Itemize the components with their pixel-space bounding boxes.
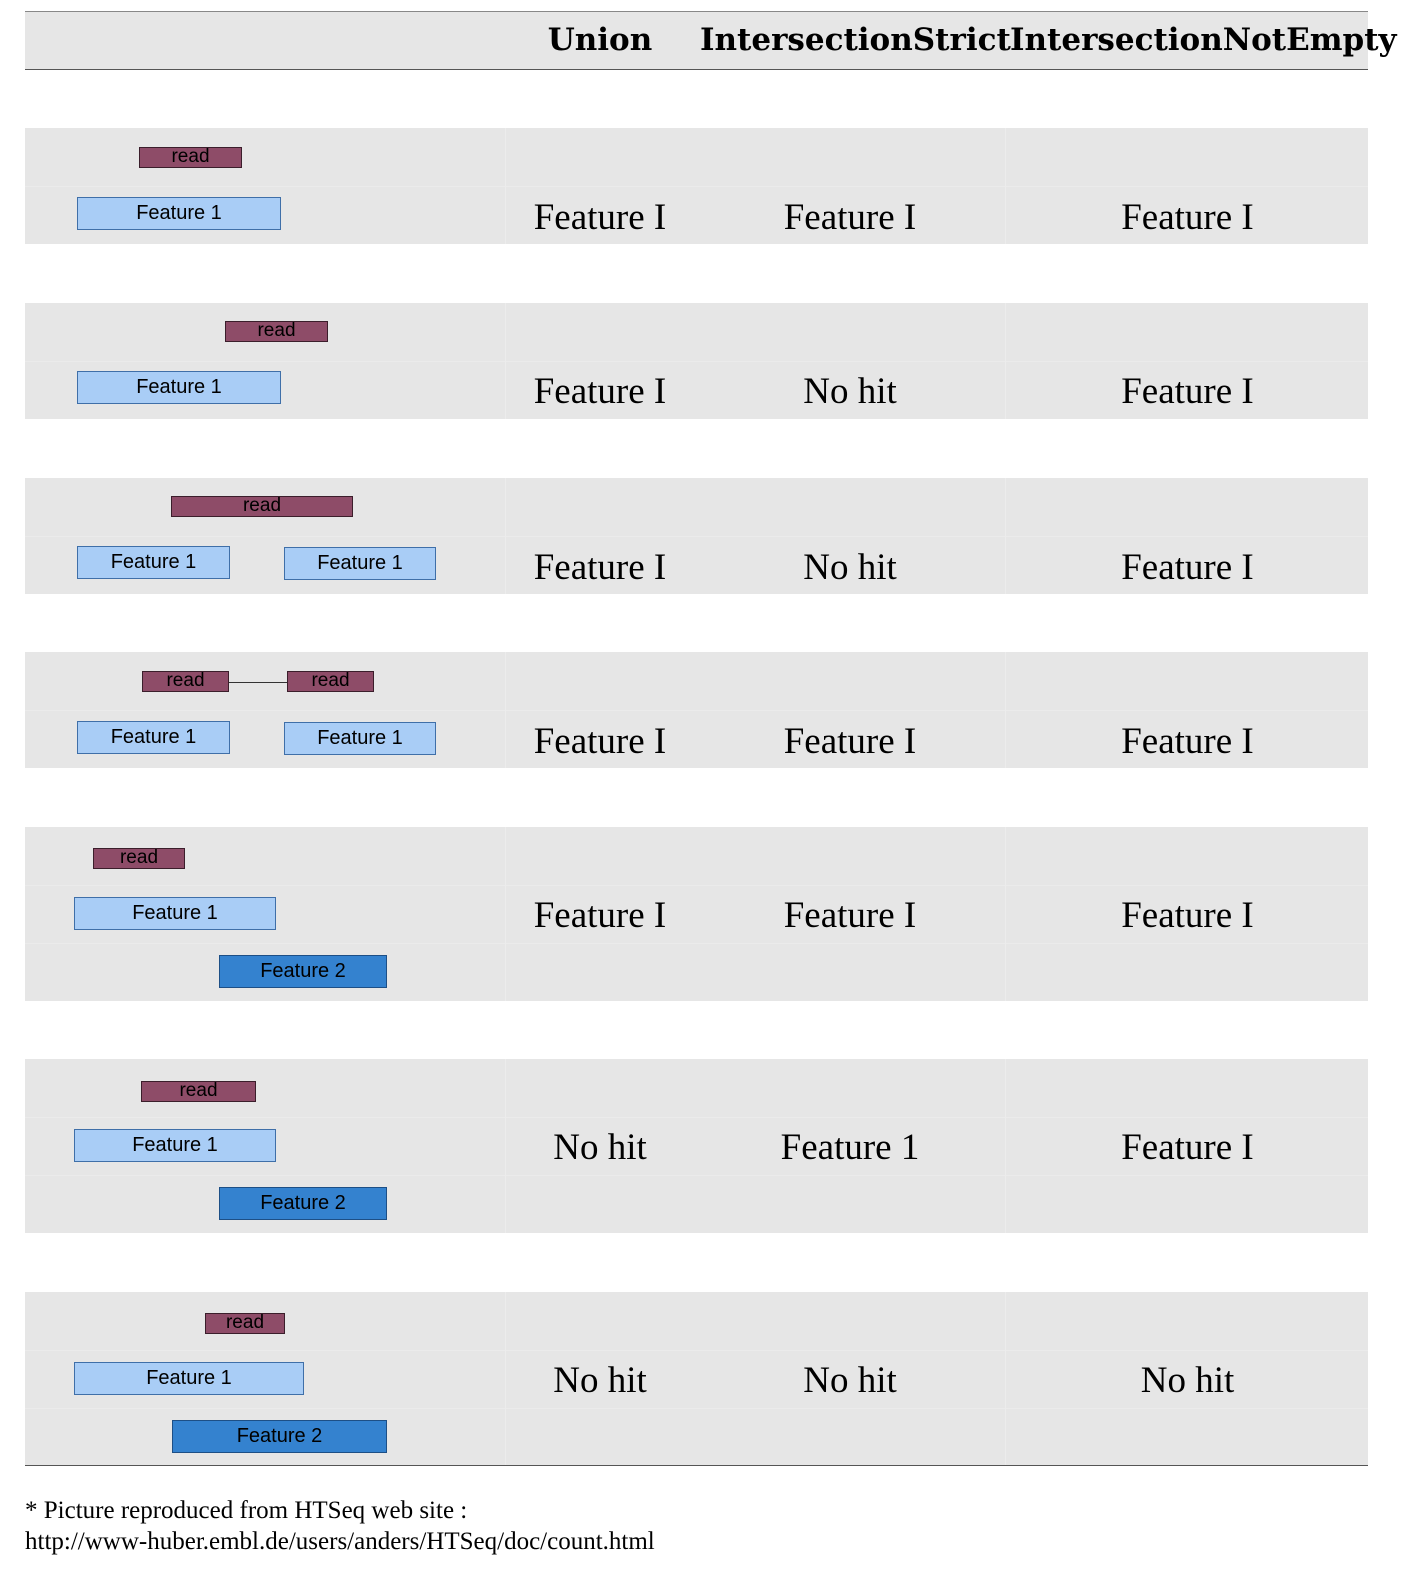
feature-1-box: Feature 1 (77, 721, 230, 754)
footnote-url: http://www-huber.embl.de/users/anders/HT… (25, 1528, 655, 1555)
result-intersection-not-empty: Feature I (1121, 895, 1254, 936)
feature-1-box: Feature 1 (284, 547, 436, 580)
feature-1-box: Feature 1 (77, 546, 230, 579)
header-intersection-not-empty: IntersectionNotEmpty (1010, 22, 1397, 58)
result-union: No hit (553, 1127, 647, 1168)
result-intersection-not-empty: Feature I (1121, 1127, 1254, 1168)
result-intersection-strict: No hit (803, 547, 897, 588)
result-intersection-strict: No hit (803, 1360, 897, 1401)
read-box: read (139, 147, 242, 168)
result-union: No hit (553, 1360, 647, 1401)
feature-1-box: Feature 1 (284, 722, 436, 755)
result-union: Feature I (533, 197, 667, 238)
feature-1-box: Feature 1 (77, 197, 281, 230)
result-intersection-not-empty: Feature I (1121, 547, 1254, 588)
mode-row-2: read Feature 1 Feature I No hit Feature … (25, 303, 1368, 419)
feature-1-box: Feature 1 (74, 1129, 276, 1162)
header-row: Union IntersectionStrict IntersectionNot… (25, 11, 1397, 70)
mode-row-5: read Feature 1 Feature 2 Feature I Featu… (25, 827, 1368, 1001)
result-intersection-strict: Feature I (783, 197, 917, 238)
result-union: Feature I (533, 895, 667, 936)
header-union: Union (547, 22, 653, 58)
read-pair-connector (228, 682, 288, 683)
read-box: read (142, 671, 229, 692)
result-intersection-not-empty: Feature I (1121, 197, 1254, 238)
feature-1-box: Feature 1 (77, 371, 281, 404)
mode-row-7: read Feature 1 Feature 2 No hit No hit N… (25, 1292, 1368, 1466)
read-box: read (171, 496, 353, 517)
feature-2-box: Feature 2 (219, 1187, 387, 1220)
read-box: read (287, 671, 374, 692)
result-intersection-not-empty: No hit (1140, 1360, 1235, 1401)
mode-row-1: read Feature 1 Feature I Feature I Featu… (25, 128, 1368, 244)
read-box: read (141, 1081, 256, 1102)
result-intersection-strict: Feature 1 (780, 1127, 920, 1168)
read-box: read (225, 321, 328, 342)
bottom-rule (25, 1465, 1368, 1466)
result-intersection-strict: Feature I (783, 721, 917, 762)
read-box: read (205, 1313, 285, 1334)
result-intersection-not-empty: Feature I (1121, 371, 1254, 412)
mode-row-4: read read Feature 1 Feature 1 Feature I … (25, 652, 1368, 768)
mode-row-3: read Feature 1 Feature 1 Feature I No hi… (25, 478, 1368, 594)
header-intersection-strict: IntersectionStrict (700, 22, 1011, 58)
feature-1-box: Feature 1 (74, 1362, 304, 1395)
result-intersection-not-empty: Feature I (1121, 721, 1254, 762)
feature-2-box: Feature 2 (172, 1420, 387, 1453)
read-box: read (93, 848, 185, 869)
result-union: Feature I (533, 371, 667, 412)
footnote-line-1: * Picture reproduced from HTSeq web site… (25, 1497, 468, 1524)
result-union: Feature I (533, 547, 667, 588)
feature-1-box: Feature 1 (74, 897, 276, 930)
result-intersection-strict: Feature I (783, 895, 917, 936)
feature-2-box: Feature 2 (219, 955, 387, 988)
result-intersection-strict: No hit (803, 371, 897, 412)
result-union: Feature I (533, 721, 667, 762)
mode-row-6: read Feature 1 Feature 2 No hit Feature … (25, 1059, 1368, 1233)
